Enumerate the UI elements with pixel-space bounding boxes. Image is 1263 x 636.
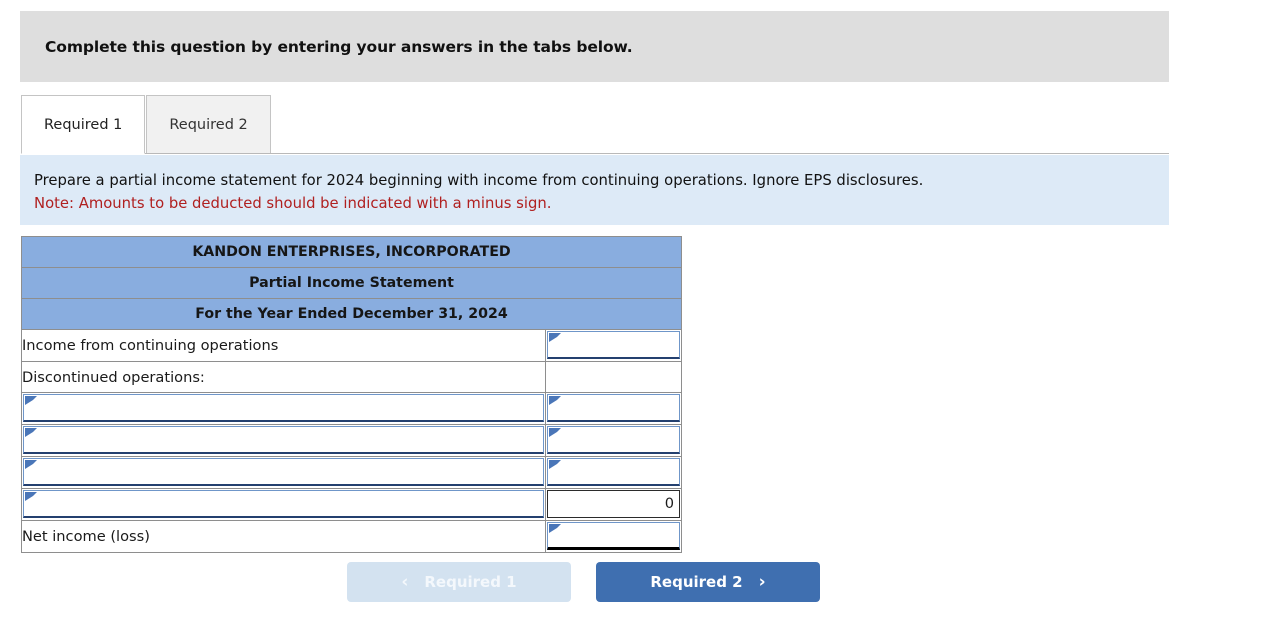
previous-requirement-label: Required 1	[424, 573, 517, 591]
table-row: Income from continuing operations	[21, 329, 682, 362]
statement-title-row-3: For the Year Ended December 31, 2024	[21, 298, 682, 330]
amount-value: 0	[664, 495, 674, 512]
instruction-note: Note: Amounts to be deducted should be i…	[34, 195, 552, 212]
table-row: Discontinued operations:	[21, 361, 682, 393]
label-cell-row-4	[21, 424, 546, 457]
amount-output-subtotal: 0	[547, 490, 680, 518]
cell-marker-icon	[549, 396, 561, 405]
next-requirement-button[interactable]: Required 2 ›	[596, 562, 820, 602]
table-row	[21, 424, 682, 457]
chevron-left-icon: ‹	[401, 571, 409, 592]
label-cell-row-5	[21, 456, 546, 489]
amount-cell-discontinued-header	[545, 361, 682, 393]
cell-marker-icon	[25, 460, 37, 469]
amount-cell-income-continuing	[545, 329, 682, 362]
question-banner-text: Complete this question by entering your …	[45, 37, 633, 56]
statement-title-row-2: Partial Income Statement	[21, 267, 682, 299]
cell-marker-icon	[25, 428, 37, 437]
table-row	[21, 392, 682, 425]
requirement-tabs: Required 1 Required 2	[21, 94, 271, 154]
label-input-row-5[interactable]	[23, 458, 544, 486]
amount-cell-row-3	[545, 392, 682, 425]
cell-marker-icon	[549, 333, 561, 342]
tab-required-1[interactable]: Required 1	[21, 95, 146, 154]
amount-input-income-continuing[interactable]	[547, 331, 680, 359]
amount-input-row-3[interactable]	[547, 394, 680, 422]
tabs-divider	[21, 153, 1169, 154]
statement-subtitle: Partial Income Statement	[21, 267, 682, 299]
requirement-nav: ‹ Required 1 Required 2 ›	[0, 560, 1263, 606]
amount-cell-row-5	[545, 456, 682, 489]
amount-cell-subtotal: 0	[545, 488, 682, 521]
instructions-box: Prepare a partial income statement for 2…	[20, 155, 1169, 225]
label-input-row-6[interactable]	[23, 490, 544, 518]
question-banner: Complete this question by entering your …	[20, 11, 1169, 82]
cell-marker-icon	[25, 492, 37, 501]
label-cell-row-6	[21, 488, 546, 521]
amount-input-net-income[interactable]	[547, 522, 680, 550]
previous-requirement-button[interactable]: ‹ Required 1	[347, 562, 571, 602]
instruction-text: Prepare a partial income statement for 2…	[34, 172, 924, 189]
amount-input-row-5[interactable]	[547, 458, 680, 486]
amount-input-row-4[interactable]	[547, 426, 680, 454]
cell-marker-icon	[549, 428, 561, 437]
next-requirement-label: Required 2	[650, 573, 743, 591]
label-cell-row-3	[21, 392, 546, 425]
cell-marker-icon	[549, 460, 561, 469]
row-label-discontinued-operations: Discontinued operations:	[21, 361, 546, 393]
table-row: Net income (loss)	[21, 520, 682, 553]
statement-title-row-1: KANDON ENTERPRISES, INCORPORATED	[21, 236, 682, 268]
tab-required-2-label: Required 2	[169, 116, 248, 133]
cell-marker-icon	[25, 396, 37, 405]
row-label-net-income: Net income (loss)	[21, 520, 546, 553]
table-row	[21, 456, 682, 489]
partial-income-statement-table: KANDON ENTERPRISES, INCORPORATED Partial…	[21, 236, 682, 553]
exercise-panel: Complete this question by entering your …	[0, 0, 1263, 636]
amount-cell-net-income	[545, 520, 682, 553]
tab-required-1-label: Required 1	[44, 116, 123, 133]
row-label-income-continuing: Income from continuing operations	[21, 329, 546, 362]
statement-period: For the Year Ended December 31, 2024	[21, 298, 682, 330]
statement-company-name: KANDON ENTERPRISES, INCORPORATED	[21, 236, 682, 268]
label-input-row-4[interactable]	[23, 426, 544, 454]
label-input-row-3[interactable]	[23, 394, 544, 422]
chevron-right-icon: ›	[758, 571, 766, 592]
amount-cell-row-4	[545, 424, 682, 457]
tab-required-2[interactable]: Required 2	[146, 95, 271, 154]
cell-marker-icon	[549, 524, 561, 533]
table-row: 0	[21, 488, 682, 521]
